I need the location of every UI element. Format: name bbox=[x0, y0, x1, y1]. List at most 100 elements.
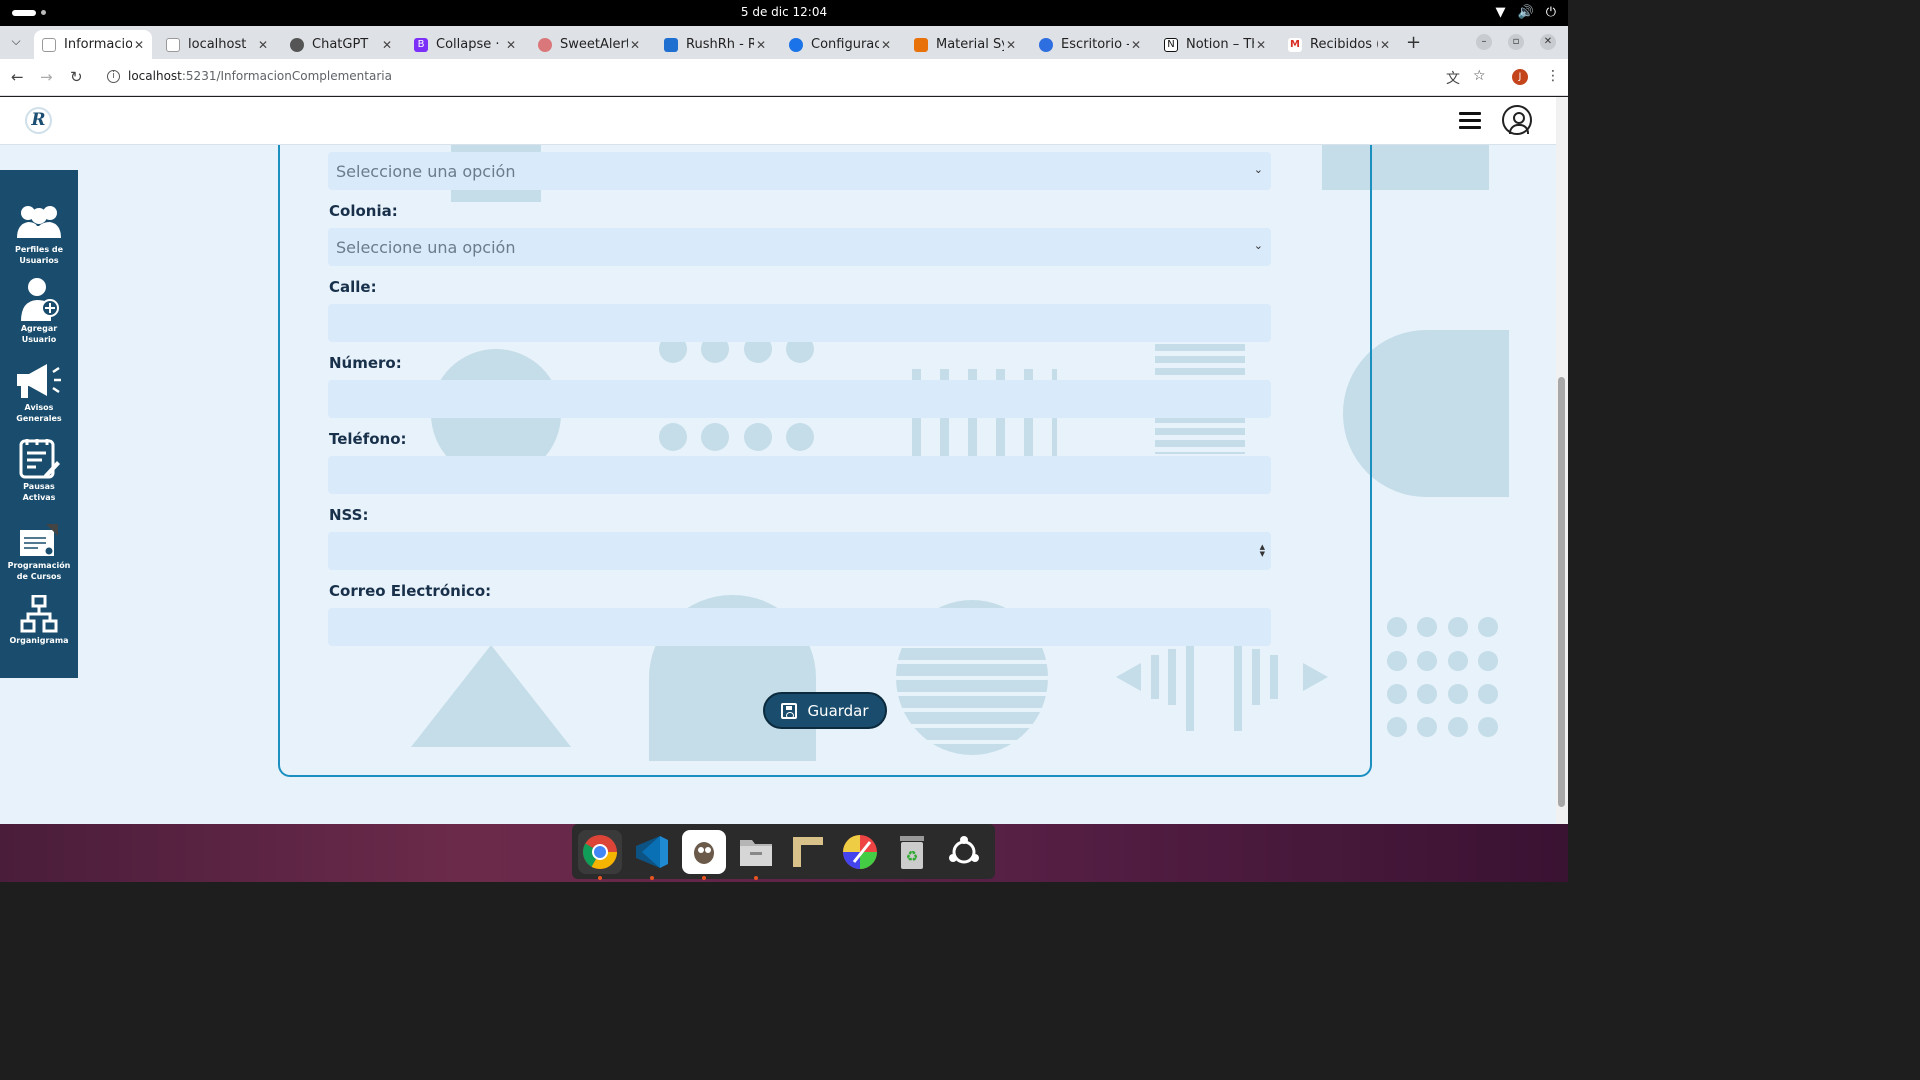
correo-input[interactable] bbox=[328, 608, 1271, 646]
tab-search-button[interactable]: ⌵ bbox=[6, 34, 26, 52]
close-tab-icon[interactable]: ✕ bbox=[1129, 38, 1143, 52]
color-picker-icon[interactable] bbox=[838, 830, 882, 874]
notion-icon: N bbox=[1164, 37, 1178, 52]
ubuntu-icon[interactable] bbox=[942, 830, 986, 874]
sidebar-item-avisos-generales[interactable]: Avisos Generales bbox=[0, 356, 78, 424]
sidebar-item-label: de Cursos bbox=[16, 572, 62, 581]
chrome-icon[interactable] bbox=[578, 829, 622, 880]
minimize-button[interactable]: – bbox=[1476, 34, 1492, 50]
sidebar-item-perfiles-usuarios[interactable]: Perfiles de Usuarios bbox=[0, 198, 78, 266]
address-bar[interactable]: localhost:5231/InformacionComplementaria bbox=[128, 69, 392, 83]
telefono-input[interactable] bbox=[328, 456, 1271, 494]
maximize-button[interactable]: ▫ bbox=[1508, 34, 1524, 50]
sweetalert-icon bbox=[538, 37, 552, 52]
profile-avatar[interactable]: J bbox=[1512, 69, 1528, 85]
chatgpt-icon bbox=[290, 37, 304, 52]
sidebar-item-label: Programación bbox=[7, 561, 71, 570]
checklist-edit-icon bbox=[0, 435, 78, 479]
calle-label: Calle: bbox=[329, 278, 377, 296]
calle-input[interactable] bbox=[328, 304, 1271, 342]
system-top-bar: 5 de dic 12:04 ▼ 🔊 ⏻ bbox=[0, 0, 1568, 26]
decor-dot-grid bbox=[1387, 617, 1507, 747]
tab-title: Material Syn bbox=[936, 37, 1004, 52]
close-window-button[interactable]: ✕ bbox=[1540, 34, 1556, 50]
browser-tab[interactable]: B Collapse · Bo ✕ bbox=[406, 30, 524, 59]
vscode-icon[interactable] bbox=[630, 830, 674, 880]
vercel-icon bbox=[1039, 37, 1053, 52]
reload-icon[interactable]: ↻ bbox=[70, 68, 83, 86]
sidebar-item-label: Organigrama bbox=[9, 636, 69, 645]
browser-tab[interactable]: RushRh - Re ✕ bbox=[656, 30, 774, 59]
browser-tab[interactable]: Material Syn ✕ bbox=[906, 30, 1024, 59]
gimp-icon[interactable] bbox=[682, 829, 726, 880]
close-tab-icon[interactable]: ✕ bbox=[628, 38, 642, 52]
close-tab-icon[interactable]: ✕ bbox=[504, 38, 518, 52]
tab-title: Configuracio bbox=[811, 37, 879, 52]
sidebar-item-organigrama[interactable]: Organigrama bbox=[0, 589, 78, 646]
estado-select[interactable]: Seleccione una opción ⌄ bbox=[328, 152, 1271, 190]
svg-text:♻: ♻ bbox=[906, 849, 919, 865]
tab-title: ChatGPT bbox=[312, 37, 369, 52]
site-info-icon[interactable]: i bbox=[107, 70, 120, 83]
gear-icon bbox=[789, 37, 803, 52]
app-logo[interactable]: R bbox=[25, 107, 52, 134]
select-value: Seleccione una opción bbox=[336, 162, 516, 181]
bookmark-star-icon[interactable]: ☆ bbox=[1473, 68, 1486, 84]
close-tab-icon[interactable]: ✕ bbox=[1004, 38, 1018, 52]
user-account-icon[interactable] bbox=[1502, 105, 1532, 135]
course-certificate-icon bbox=[0, 514, 78, 558]
org-chart-icon bbox=[0, 589, 78, 633]
tab-title: Notion – Th bbox=[1186, 37, 1254, 52]
gmail-icon: M bbox=[1288, 37, 1302, 52]
browser-tab[interactable]: ChatGPT ✕ bbox=[282, 30, 400, 59]
close-tab-icon[interactable]: ✕ bbox=[380, 38, 394, 52]
system-clock[interactable]: 5 de dic 12:04 bbox=[0, 5, 1568, 19]
files-icon[interactable] bbox=[734, 830, 778, 880]
save-button[interactable]: Guardar bbox=[763, 692, 887, 729]
browser-tab[interactable]: SweetAlert2 ✕ bbox=[530, 30, 648, 59]
browser-tab[interactable]: M Recibidos (3 ✕ bbox=[1280, 30, 1398, 59]
text-editor-icon[interactable] bbox=[786, 830, 830, 874]
close-tab-icon[interactable]: ✕ bbox=[879, 38, 893, 52]
bootstrap-icon: B bbox=[414, 37, 428, 52]
browser-toolbar: ← → ↻ i localhost:5231/InformacionComple… bbox=[0, 59, 1568, 96]
form-card bbox=[278, 117, 1372, 777]
close-tab-icon[interactable]: ✕ bbox=[132, 38, 146, 52]
browser-tab[interactable]: Escritorio - V ✕ bbox=[1031, 30, 1149, 59]
page-icon bbox=[42, 37, 56, 52]
number-spinner-icon[interactable]: ▲ ▼ bbox=[1260, 544, 1265, 558]
sidebar-item-programacion-cursos[interactable]: Programación de Cursos bbox=[0, 514, 78, 582]
back-icon[interactable]: ← bbox=[11, 68, 24, 86]
hamburger-menu-icon[interactable] bbox=[1459, 112, 1481, 129]
browser-tab[interactable]: Informacion ✕ bbox=[34, 30, 152, 59]
trash-icon[interactable]: ♻ bbox=[890, 830, 934, 874]
numero-input[interactable] bbox=[328, 380, 1271, 418]
sidebar-item-label: Perfiles de bbox=[14, 245, 64, 254]
translate-icon[interactable]: 文 bbox=[1446, 68, 1460, 88]
chrome-menu-icon[interactable]: ⋮ bbox=[1546, 68, 1560, 84]
scrollbar-thumb[interactable] bbox=[1558, 377, 1565, 807]
sidebar-item-agregar-usuario[interactable]: Agregar Usuario bbox=[0, 277, 78, 345]
system-status-area[interactable]: ▼ 🔊 ⏻ bbox=[1496, 5, 1556, 20]
users-group-icon bbox=[0, 198, 78, 242]
browser-tab[interactable]: N Notion – Th ✕ bbox=[1156, 30, 1274, 59]
browser-tab[interactable]: localhost ✕ bbox=[158, 30, 276, 59]
app-header: R bbox=[0, 97, 1556, 145]
new-tab-button[interactable]: + bbox=[1406, 32, 1421, 53]
page-scrollbar[interactable] bbox=[1556, 97, 1568, 824]
browser-tab[interactable]: Configuracio ✕ bbox=[781, 30, 899, 59]
close-tab-icon[interactable]: ✕ bbox=[1378, 38, 1392, 52]
numero-label: Número: bbox=[329, 354, 402, 372]
sidebar-item-pausas-activas[interactable]: Pausas Activas bbox=[0, 435, 78, 503]
nss-input[interactable]: ▲ ▼ bbox=[328, 532, 1271, 570]
url-host: localhost bbox=[128, 69, 182, 83]
colonia-select[interactable]: Seleccione una opción ⌄ bbox=[328, 228, 1271, 266]
close-tab-icon[interactable]: ✕ bbox=[754, 38, 768, 52]
sidebar-item-label: Avisos bbox=[24, 403, 54, 412]
select-value: Seleccione una opción bbox=[336, 238, 516, 257]
forward-icon[interactable]: → bbox=[40, 68, 53, 86]
sidebar-item-label: Activas bbox=[22, 493, 56, 502]
close-tab-icon[interactable]: ✕ bbox=[1254, 38, 1268, 52]
close-tab-icon[interactable]: ✕ bbox=[256, 38, 270, 52]
power-icon: ⏻ bbox=[1545, 5, 1556, 20]
